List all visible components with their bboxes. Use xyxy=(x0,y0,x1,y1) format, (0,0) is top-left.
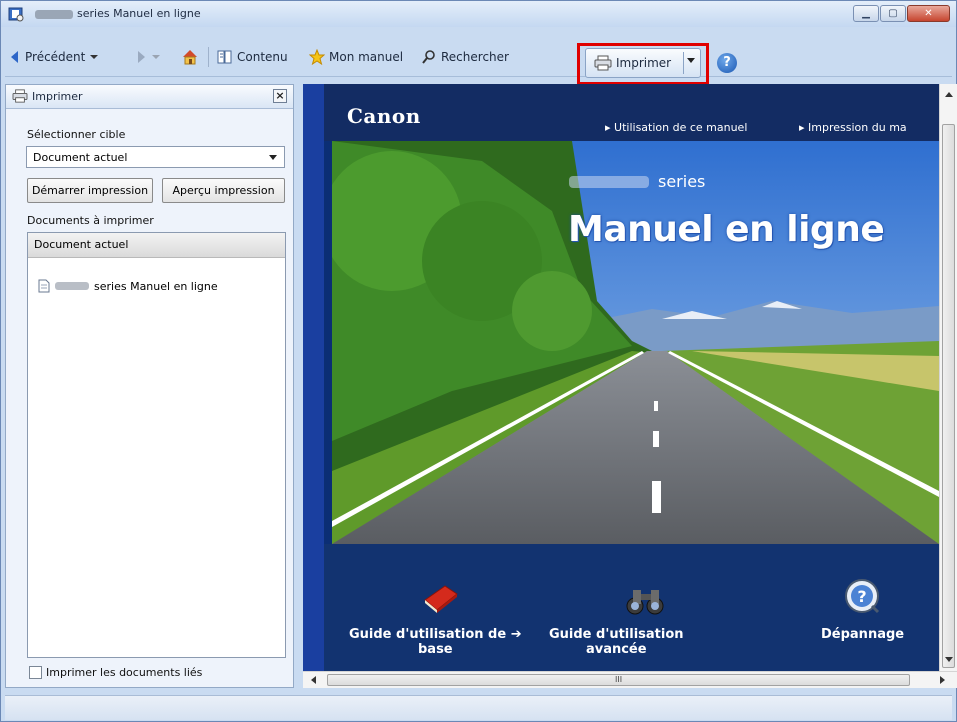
vertical-scrollbar[interactable] xyxy=(939,84,957,671)
scroll-down-icon[interactable] xyxy=(945,657,953,662)
link-printing-manual[interactable]: ▸ Impression du ma xyxy=(799,121,907,134)
list-item[interactable]: series Manuel en ligne xyxy=(38,279,218,293)
link-printing-manual-text: Impression du ma xyxy=(808,121,907,134)
close-panel-icon[interactable]: × xyxy=(273,89,287,103)
feature-basic-guide-line2: base xyxy=(417,642,453,657)
link-using-manual[interactable]: ▸ Utilisation de ce manuel xyxy=(605,121,747,134)
feature-basic-guide[interactable]: Guide d'utilisation de ➔ base xyxy=(349,627,522,657)
minimize-button[interactable]: ▁ xyxy=(853,5,879,22)
home-button[interactable] xyxy=(181,45,199,69)
chevron-down-icon xyxy=(269,155,277,160)
print-linked-docs-label: Imprimer les documents liés xyxy=(46,666,203,679)
chevron-down-icon[interactable] xyxy=(151,53,161,61)
window-title: series Manuel en ligne xyxy=(35,7,201,20)
hero-image xyxy=(332,141,939,544)
print-panel-title: Imprimer xyxy=(32,89,83,103)
back-arrow-icon xyxy=(11,51,18,63)
feature-advanced-guide-line1: Guide d'utilisation xyxy=(549,627,684,642)
window-title-text: series Manuel en ligne xyxy=(77,7,201,20)
series-label: series xyxy=(658,172,706,191)
print-panel-header: Imprimer × xyxy=(6,85,293,109)
documents-list-header-text: Document actuel xyxy=(34,238,129,251)
canon-logo[interactable]: Canon xyxy=(347,104,421,128)
start-print-button[interactable]: Démarrer impression xyxy=(27,178,153,203)
binoculars-icon[interactable] xyxy=(625,584,667,616)
window-controls: ▁ ▢ ✕ xyxy=(853,5,950,22)
toolbar-separator xyxy=(208,47,209,67)
model-name-blur xyxy=(569,176,649,188)
title-bar: series Manuel en ligne ▁ ▢ ✕ xyxy=(1,1,956,27)
feature-advanced-guide[interactable]: Guide d'utilisation avancée xyxy=(549,627,684,657)
maximize-button[interactable]: ▢ xyxy=(880,5,906,22)
documents-to-print-label: Documents à imprimer xyxy=(27,214,154,227)
help-icon[interactable]: ? xyxy=(717,53,737,73)
book-icon[interactable] xyxy=(421,582,461,616)
feature-troubleshooting[interactable]: Dépannage xyxy=(821,627,904,642)
star-icon xyxy=(309,49,325,65)
documents-list: Document actuel series Manuel en ligne xyxy=(27,232,286,658)
printer-icon xyxy=(12,89,28,103)
contents-label: Contenu xyxy=(237,50,288,64)
search-label: Rechercher xyxy=(441,50,509,64)
scroll-right-icon[interactable] xyxy=(940,676,945,684)
back-label: Précédent xyxy=(25,50,86,64)
my-manual-button[interactable]: Mon manuel xyxy=(309,45,403,69)
feature-basic-guide-line1: Guide d'utilisation de xyxy=(349,627,507,642)
close-window-button[interactable]: ✕ xyxy=(907,5,950,22)
model-name-blur xyxy=(55,282,89,290)
home-icon xyxy=(183,50,197,65)
status-bar xyxy=(5,695,952,720)
select-target-value: Document actuel xyxy=(33,151,128,164)
select-target-label: Sélectionner cible xyxy=(27,128,126,141)
horizontal-scrollbar[interactable]: III xyxy=(303,671,957,688)
print-preview-button[interactable]: Aperçu impression xyxy=(162,178,285,203)
model-name-blur xyxy=(35,9,73,19)
app-window: series Manuel en ligne ▁ ▢ ✕ Précédent C… xyxy=(0,0,957,722)
document-icon xyxy=(38,279,50,293)
manual-content: Canon ▸ Utilisation de ce manuel ▸ Impre… xyxy=(303,84,939,671)
my-manual-label: Mon manuel xyxy=(329,50,404,64)
arrow-right-icon: ➔ xyxy=(510,627,522,642)
scroll-left-icon[interactable] xyxy=(311,676,316,684)
feature-troubleshooting-label: Dépannage xyxy=(821,627,905,642)
horizontal-scroll-thumb[interactable]: III xyxy=(327,674,910,686)
content-left-stripe xyxy=(303,84,324,671)
select-target-dropdown[interactable]: Document actuel xyxy=(26,146,285,168)
scroll-grip: III xyxy=(615,675,623,684)
contents-button[interactable]: Contenu xyxy=(217,45,288,69)
search-icon xyxy=(422,50,435,64)
svg-text:?: ? xyxy=(857,587,866,606)
link-using-manual-text: Utilisation de ce manuel xyxy=(614,121,748,134)
road-landscape-image xyxy=(332,141,939,544)
back-button[interactable]: Précédent xyxy=(9,45,99,69)
highlight-box xyxy=(577,43,709,85)
feature-advanced-guide-line2: avancée xyxy=(585,642,647,657)
troubleshooting-icon[interactable]: ? xyxy=(844,578,880,614)
scroll-up-icon[interactable] xyxy=(945,92,953,97)
forward-button[interactable] xyxy=(135,45,161,69)
forward-arrow-icon xyxy=(138,51,145,63)
contents-book-icon xyxy=(217,50,232,64)
app-icon xyxy=(8,7,24,22)
search-button[interactable]: Rechercher xyxy=(421,45,509,69)
toolbar: Précédent Contenu Mon manuel Rechercher xyxy=(5,41,952,77)
vertical-scroll-thumb[interactable] xyxy=(942,124,955,668)
list-item-label: series Manuel en ligne xyxy=(94,279,218,293)
chevron-down-icon[interactable] xyxy=(89,53,99,61)
documents-list-header[interactable]: Document actuel xyxy=(28,233,285,258)
hero-title: Manuel en ligne xyxy=(568,209,885,250)
print-linked-docs-checkbox[interactable] xyxy=(29,666,42,679)
